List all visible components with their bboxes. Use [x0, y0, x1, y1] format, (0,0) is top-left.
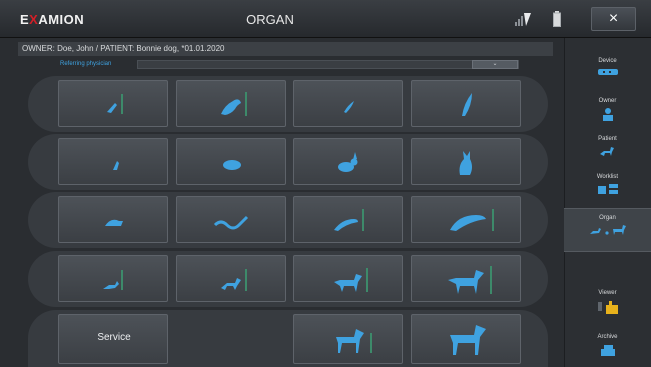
large-horse-icon	[450, 325, 486, 355]
turtle-icon	[105, 219, 123, 226]
sidebar-item-label: Organ	[599, 215, 616, 221]
small-dog-icon	[103, 270, 123, 290]
small-lizard-icon	[334, 209, 364, 231]
close-button[interactable]: ×	[591, 7, 636, 31]
organ-bird-large-button[interactable]	[176, 80, 286, 127]
top-bar: EXAMION ORGAN ×	[0, 0, 651, 38]
patient-icon	[599, 147, 614, 156]
signal-icon	[515, 13, 531, 26]
organ-horse-small-button[interactable]	[293, 314, 403, 364]
organ-icon	[589, 225, 626, 235]
large-lizard-icon	[450, 209, 494, 231]
referring-physician-field[interactable]	[137, 60, 519, 69]
battery-icon	[553, 11, 561, 27]
cat-icon	[459, 151, 472, 175]
owner-icon	[602, 108, 613, 121]
sidebar-item-patient[interactable]: Patient	[564, 130, 651, 164]
organ-cat-button[interactable]	[411, 138, 521, 185]
owner-patient-bar: OWNER: Doe, John / PATIENT: Bonnie dog, …	[18, 42, 553, 56]
sidebar-item-viewer[interactable]: Viewer	[564, 284, 651, 322]
large-dog-icon	[334, 268, 368, 292]
organ-dog-large-button[interactable]	[293, 255, 403, 302]
referring-dropdown-button[interactable]: ⌄	[472, 60, 518, 69]
referring-physician-label: Referring physician	[60, 61, 112, 67]
sidebar-item-organ[interactable]: Organ	[564, 208, 651, 252]
worklist-icon	[597, 184, 618, 194]
service-label: Service	[97, 332, 131, 343]
snake-icon	[213, 215, 249, 230]
organ-turtle-button[interactable]	[58, 196, 168, 243]
organ-dog-small-button[interactable]	[58, 255, 168, 302]
sidebar-item-archive[interactable]: Archive	[564, 328, 651, 366]
sidebar-item-label: Patient	[598, 136, 617, 142]
sidebar-item-device[interactable]: Device	[564, 52, 651, 90]
rodent-icon	[223, 160, 241, 170]
organ-lizard-large-button[interactable]	[411, 196, 521, 243]
organ-rodent-button[interactable]	[176, 138, 286, 185]
small-reptile-icon	[103, 161, 119, 170]
organ-feather-small-button[interactable]	[293, 80, 403, 127]
page-title: ORGAN	[246, 12, 294, 27]
organ-dog-xlarge-button[interactable]	[411, 255, 521, 302]
sidebar-item-label: Owner	[598, 98, 617, 104]
small-horse-icon	[336, 329, 372, 353]
medium-dog-icon	[221, 269, 247, 291]
small-feather-icon	[344, 101, 354, 113]
organ-snake-button[interactable]	[176, 196, 286, 243]
organ-lizard-small-button[interactable]	[293, 196, 403, 243]
organ-feather-large-button[interactable]	[411, 80, 521, 127]
large-feather-icon	[462, 93, 472, 116]
sidebar-item-owner[interactable]: Owner	[564, 92, 651, 126]
viewer-icon	[597, 301, 618, 314]
organ-bird-small-button[interactable]	[58, 80, 168, 127]
archive-icon	[600, 345, 615, 356]
sidebar-item-worklist[interactable]: Worklist	[564, 168, 651, 204]
sidebar-item-label: Viewer	[598, 290, 617, 296]
service-button[interactable]: Service	[58, 314, 168, 364]
organ-rabbit-button[interactable]	[293, 138, 403, 185]
xlarge-dog-icon	[448, 266, 492, 294]
device-icon	[597, 69, 618, 75]
organ-reptile-small-button[interactable]	[58, 138, 168, 185]
sidebar-item-label: Device	[598, 58, 617, 64]
sidebar-item-label: Worklist	[596, 174, 619, 180]
small-bird-icon	[107, 94, 123, 114]
organ-dog-medium-button[interactable]	[176, 255, 286, 302]
large-bird-icon	[221, 92, 247, 116]
organ-horse-large-button[interactable]	[411, 314, 521, 364]
rabbit-icon	[338, 152, 358, 172]
sidebar-item-label: Archive	[597, 334, 618, 340]
